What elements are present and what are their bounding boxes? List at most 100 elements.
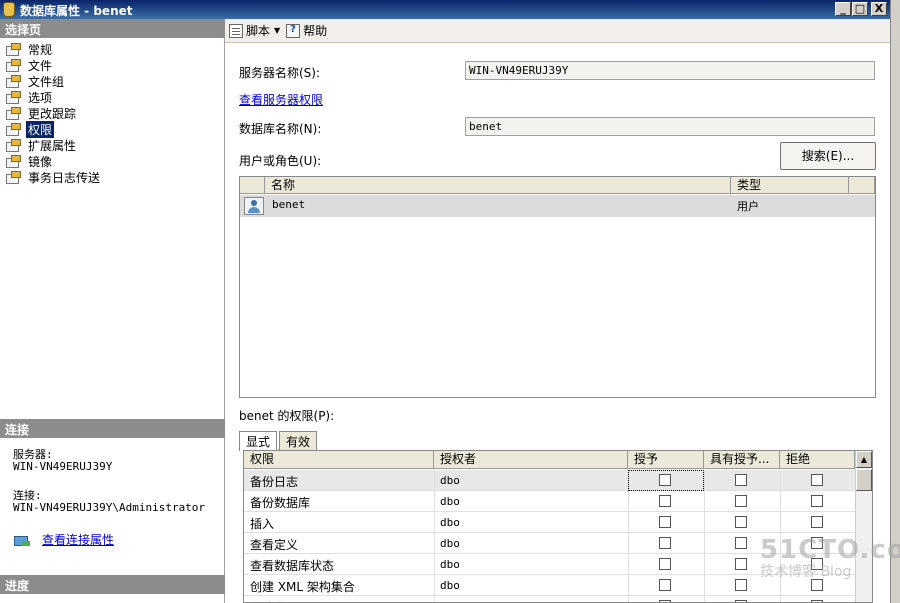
- column-divider: [704, 491, 705, 512]
- toolbar: 脚本 ▼ 帮助: [225, 19, 890, 43]
- left-pane: 选择页 常规 文件 文件组 选项 更改跟踪 权限 扩展属性 镜像 事务日志传送 …: [0, 19, 225, 603]
- connection-value: WIN-VN49ERUJ39Y\Administrator: [13, 501, 206, 514]
- table-row[interactable]: 创建表dbo: [244, 596, 855, 602]
- page-label: 文件组: [28, 74, 65, 89]
- grant-checkbox[interactable]: [659, 579, 671, 591]
- users-roles-label: 用户或角色(U):: [239, 154, 322, 168]
- grantor-column-header[interactable]: 授权者: [434, 451, 628, 469]
- grant-checkbox[interactable]: [659, 516, 671, 528]
- grant-checkbox[interactable]: [659, 537, 671, 549]
- column-divider: [434, 491, 435, 512]
- page-item-change-tracking[interactable]: 更改跟踪: [6, 105, 102, 121]
- column-divider: [434, 554, 435, 575]
- page-icon: [6, 59, 21, 72]
- database-name-label: 数据库名称(N):: [239, 122, 322, 136]
- view-connection-properties[interactable]: 查看连接属性: [14, 531, 114, 548]
- window-title: 数据库属性 - benet: [20, 4, 133, 18]
- page-icon: [6, 107, 21, 120]
- deny-checkbox[interactable]: [811, 474, 823, 486]
- connection-header: 连接: [0, 419, 225, 438]
- help-button[interactable]: 帮助: [286, 22, 327, 39]
- progress-header: 进度: [0, 575, 225, 594]
- permission-column-header[interactable]: 权限: [244, 451, 434, 469]
- column-divider: [704, 596, 705, 602]
- chevron-down-icon[interactable]: ▼: [274, 26, 280, 35]
- column-divider: [628, 491, 629, 512]
- database-icon: [3, 2, 15, 17]
- table-row[interactable]: 备份日志 dbo: [244, 470, 855, 491]
- minimize-button[interactable]: _: [835, 2, 851, 16]
- deny-checkbox[interactable]: [811, 495, 823, 507]
- permissions-label: benet 的权限(P):: [239, 409, 335, 423]
- view-connection-properties-link[interactable]: 查看连接属性: [42, 531, 114, 548]
- page-item-files[interactable]: 文件: [6, 57, 102, 73]
- table-row[interactable]: 备份数据库 dbo: [244, 491, 855, 512]
- with-grant-checkbox[interactable]: [735, 474, 747, 486]
- focused-cell: [628, 470, 704, 491]
- column-divider: [704, 533, 705, 554]
- close-button[interactable]: X: [871, 2, 887, 16]
- search-button[interactable]: 搜索(E)...: [780, 142, 876, 170]
- with-grant-column-header[interactable]: 具有授予...: [704, 451, 780, 469]
- users-grid: 名称 类型 benet 用户: [239, 176, 876, 398]
- page-item-log-shipping[interactable]: 事务日志传送: [6, 169, 102, 185]
- page-item-mirroring[interactable]: 镜像: [6, 153, 102, 169]
- type-column-header[interactable]: 类型: [731, 177, 849, 194]
- column-divider: [704, 575, 705, 596]
- column-divider: [780, 596, 781, 602]
- tab-effective[interactable]: 有效: [279, 431, 318, 450]
- page-label: 事务日志传送: [28, 170, 101, 185]
- script-label: 脚本: [246, 24, 271, 38]
- column-divider: [434, 470, 435, 491]
- view-server-permissions-link[interactable]: 查看服务器权限: [239, 91, 323, 108]
- with-grant-checkbox[interactable]: [735, 558, 747, 570]
- page-item-filegroups[interactable]: 文件组: [6, 73, 102, 89]
- page-item-extended-properties[interactable]: 扩展属性: [6, 137, 102, 153]
- grantor-cell: dbo: [440, 579, 460, 592]
- maximize-button[interactable]: □: [852, 2, 868, 16]
- table-row[interactable]: 插入 dbo: [244, 512, 855, 533]
- with-grant-checkbox[interactable]: [735, 516, 747, 528]
- page-label: 常规: [28, 42, 53, 57]
- column-divider: [780, 491, 781, 512]
- grantor-cell: dbo: [440, 558, 460, 571]
- name-column-header[interactable]: 名称: [265, 177, 731, 194]
- database-name-field[interactable]: benet: [465, 117, 875, 136]
- watermark: 51CTO.com 技术博客 Blog: [760, 535, 900, 581]
- column-divider: [628, 554, 629, 575]
- column-divider: [434, 596, 435, 602]
- with-grant-checkbox[interactable]: [735, 495, 747, 507]
- grant-column-header[interactable]: 授予: [628, 451, 704, 469]
- permission-cell: 查看定义: [250, 538, 299, 552]
- table-row[interactable]: benet 用户: [240, 195, 875, 217]
- grantor-cell: dbo: [440, 474, 460, 487]
- scroll-up-icon[interactable]: ▲: [856, 451, 872, 468]
- grant-checkbox[interactable]: [659, 558, 671, 570]
- page-item-general[interactable]: 常规: [6, 41, 102, 57]
- script-button[interactable]: 脚本 ▼: [229, 22, 280, 39]
- title-bar: 数据库属性 - benet _ □ X: [0, 0, 890, 19]
- scroll-thumb[interactable]: [856, 469, 872, 491]
- deny-checkbox[interactable]: [811, 516, 823, 528]
- deny-column-header[interactable]: 拒绝: [780, 451, 855, 469]
- user-name-cell: benet: [272, 198, 306, 211]
- column-divider: [628, 596, 629, 602]
- column-divider: [628, 533, 629, 554]
- page-item-options[interactable]: 选项: [6, 89, 102, 105]
- column-divider: [434, 575, 435, 596]
- page-label: 文件: [28, 58, 53, 73]
- grid-spare-header: [849, 177, 875, 194]
- grantor-cell: dbo: [440, 495, 460, 508]
- with-grant-checkbox[interactable]: [735, 579, 747, 591]
- page-item-permissions[interactable]: 权限: [6, 120, 102, 138]
- permission-cell: 创建 XML 架构集合: [250, 580, 355, 594]
- column-divider: [704, 512, 705, 533]
- tab-explicit[interactable]: 显式: [239, 431, 278, 451]
- column-divider: [780, 512, 781, 533]
- with-grant-checkbox[interactable]: [735, 537, 747, 549]
- permission-cell: 备份数据库: [250, 496, 311, 510]
- grant-checkbox[interactable]: [659, 495, 671, 507]
- column-divider: [704, 554, 705, 575]
- page-icon: [6, 75, 21, 88]
- server-name-field[interactable]: WIN-VN49ERUJ39Y: [465, 61, 875, 80]
